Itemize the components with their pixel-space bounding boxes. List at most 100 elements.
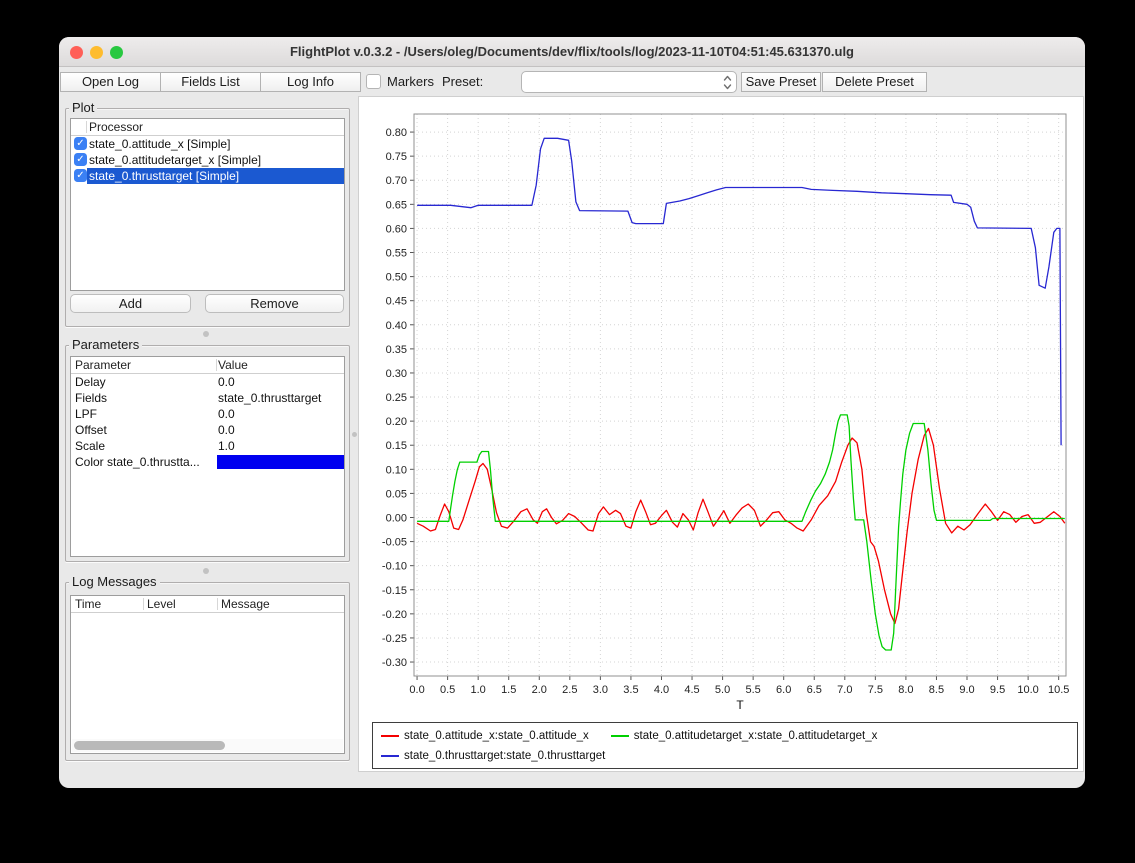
- x-tick-label: 0.5: [440, 684, 455, 696]
- processor-row[interactable]: ✓state_0.attitude_x [Simple]: [71, 136, 344, 152]
- delete-preset-button[interactable]: Delete Preset: [822, 72, 927, 92]
- color-parameter-row[interactable]: Color state_0.thrustta...: [71, 454, 344, 470]
- parameter-row[interactable]: Offset 0.0: [71, 422, 344, 438]
- remove-button[interactable]: Remove: [205, 294, 344, 313]
- parameters-table-header[interactable]: Parameter Value: [71, 357, 344, 374]
- y-tick-label: -0.10: [382, 561, 407, 573]
- header-divider: [216, 359, 217, 371]
- row-checkbox[interactable]: ✓: [74, 169, 87, 182]
- series-line: [417, 415, 1065, 650]
- open-log-button[interactable]: Open Log: [60, 72, 161, 92]
- header-divider: [143, 598, 144, 610]
- parameter-row[interactable]: Delay0.0: [71, 374, 344, 390]
- row-checkbox[interactable]: ✓: [74, 153, 87, 166]
- fields-list-button[interactable]: Fields List: [160, 72, 261, 92]
- y-tick-label: 0.70: [386, 175, 407, 187]
- x-tick-label: 10.5: [1048, 684, 1069, 696]
- parameters-table[interactable]: Parameter Value Delay0.0Fieldsstate_0.th…: [70, 356, 345, 557]
- log-messages-table[interactable]: Time Level Message: [70, 595, 345, 754]
- processor-table-header[interactable]: Processor: [71, 119, 344, 136]
- parameter-name: Color state_0.thrustta...: [75, 454, 200, 470]
- level-column-header: Level: [147, 597, 176, 611]
- x-tick-label: 2.0: [532, 684, 547, 696]
- y-tick-label: 0.65: [386, 199, 407, 211]
- add-button[interactable]: Add: [70, 294, 191, 313]
- parameter-value: 0.0: [218, 422, 235, 438]
- x-tick-label: 8.5: [929, 684, 944, 696]
- x-tick-label: 5.0: [715, 684, 730, 696]
- processor-rows: ✓state_0.attitude_x [Simple]✓state_0.att…: [71, 136, 344, 184]
- markers-label: Markers: [387, 73, 434, 91]
- y-tick-label: 0.35: [386, 344, 407, 356]
- flight-data-chart[interactable]: 0.00.51.01.52.02.53.03.54.04.55.05.56.06…: [359, 97, 1083, 719]
- processor-row[interactable]: ✓state_0.attitudetarget_x [Simple]: [71, 152, 344, 168]
- parameter-value: 1.0: [218, 438, 235, 454]
- markers-checkbox[interactable]: [366, 74, 381, 89]
- splitter-handle-top[interactable]: [203, 331, 209, 337]
- log-info-button[interactable]: Log Info: [260, 72, 361, 92]
- parameter-name: LPF: [75, 406, 97, 422]
- y-tick-label: 0.75: [386, 151, 407, 163]
- series-line: [417, 138, 1061, 445]
- scrollbar-thumb[interactable]: [74, 741, 225, 750]
- x-tick-label: 6.0: [776, 684, 791, 696]
- processor-row-label: state_0.thrusttarget [Simple]: [89, 168, 239, 184]
- y-tick-label: 0.25: [386, 392, 407, 404]
- parameter-row[interactable]: Scale 1.0: [71, 438, 344, 454]
- parameter-name: Offset: [75, 422, 107, 438]
- preset-label: Preset:: [442, 73, 483, 91]
- parameter-row[interactable]: LPF 0.0: [71, 406, 344, 422]
- y-tick-label: 0.10: [386, 464, 407, 476]
- parameter-rows: Delay0.0Fieldsstate_0.thrusttargetLPF0.0…: [71, 374, 344, 470]
- x-tick-label: 7.5: [868, 684, 883, 696]
- horizontal-scrollbar[interactable]: [72, 739, 343, 752]
- y-tick-label: 0.55: [386, 248, 407, 260]
- vertical-splitter-handle[interactable]: [352, 432, 357, 437]
- x-tick-label: 5.5: [745, 684, 760, 696]
- save-preset-button[interactable]: Save Preset: [741, 72, 821, 92]
- chevron-updown-icon: [723, 75, 732, 95]
- legend-item: state_0.attitude_x:state_0.attitude_x: [381, 726, 589, 746]
- time-column-header: Time: [75, 597, 101, 611]
- y-tick-label: 0.30: [386, 368, 407, 380]
- x-tick-label: 1.0: [471, 684, 486, 696]
- processor-table[interactable]: Processor ✓state_0.attitude_x [Simple]✓s…: [70, 118, 345, 291]
- processor-row-label: state_0.attitude_x [Simple]: [89, 136, 230, 152]
- y-tick-label: 0.00: [386, 512, 407, 524]
- legend-item: state_0.attitudetarget_x:state_0.attitud…: [611, 726, 878, 746]
- flightplot-window: FlightPlot v.0.3.2 - /Users/oleg/Documen…: [59, 37, 1085, 788]
- x-tick-label: 10.0: [1017, 684, 1038, 696]
- parameter-name: Fields: [75, 390, 107, 406]
- legend-label: state_0.thrusttarget:state_0.thrusttarge…: [404, 750, 605, 762]
- window-title: FlightPlot v.0.3.2 - /Users/oleg/Documen…: [59, 37, 1085, 67]
- legend-line-marker: [381, 735, 399, 737]
- header-divider: [217, 598, 218, 610]
- processor-row[interactable]: ✓state_0.thrusttarget [Simple]: [71, 168, 344, 184]
- y-tick-label: 0.05: [386, 488, 407, 500]
- legend-line-marker: [611, 735, 629, 737]
- legend-item: state_0.thrusttarget:state_0.thrusttarge…: [381, 746, 605, 766]
- parameter-value: 0.0: [218, 406, 235, 422]
- x-tick-label: 9.0: [959, 684, 974, 696]
- parameter-row[interactable]: Fieldsstate_0.thrusttarget: [71, 390, 344, 406]
- y-tick-label: -0.15: [382, 585, 407, 597]
- y-tick-label: 0.80: [386, 127, 407, 139]
- parameter-column-header: Parameter: [75, 358, 131, 372]
- y-tick-label: 0.60: [386, 223, 407, 235]
- preset-combobox[interactable]: [521, 71, 737, 93]
- color-swatch[interactable]: [217, 455, 345, 469]
- y-tick-label: 0.15: [386, 440, 407, 452]
- row-checkbox[interactable]: ✓: [74, 137, 87, 150]
- title-bar[interactable]: FlightPlot v.0.3.2 - /Users/oleg/Documen…: [59, 37, 1085, 67]
- series-line: [417, 428, 1065, 623]
- y-tick-label: 0.20: [386, 416, 407, 428]
- parameter-name: Scale: [75, 438, 105, 454]
- parameter-name: Delay: [75, 374, 106, 390]
- x-tick-label: 2.5: [562, 684, 577, 696]
- x-tick-label: 6.5: [807, 684, 822, 696]
- splitter-handle-bottom[interactable]: [203, 568, 209, 574]
- x-tick-label: 4.5: [684, 684, 699, 696]
- screen-background: FlightPlot v.0.3.2 - /Users/oleg/Documen…: [0, 0, 1135, 863]
- x-tick-label: 3.5: [623, 684, 638, 696]
- log-table-header[interactable]: Time Level Message: [71, 596, 344, 613]
